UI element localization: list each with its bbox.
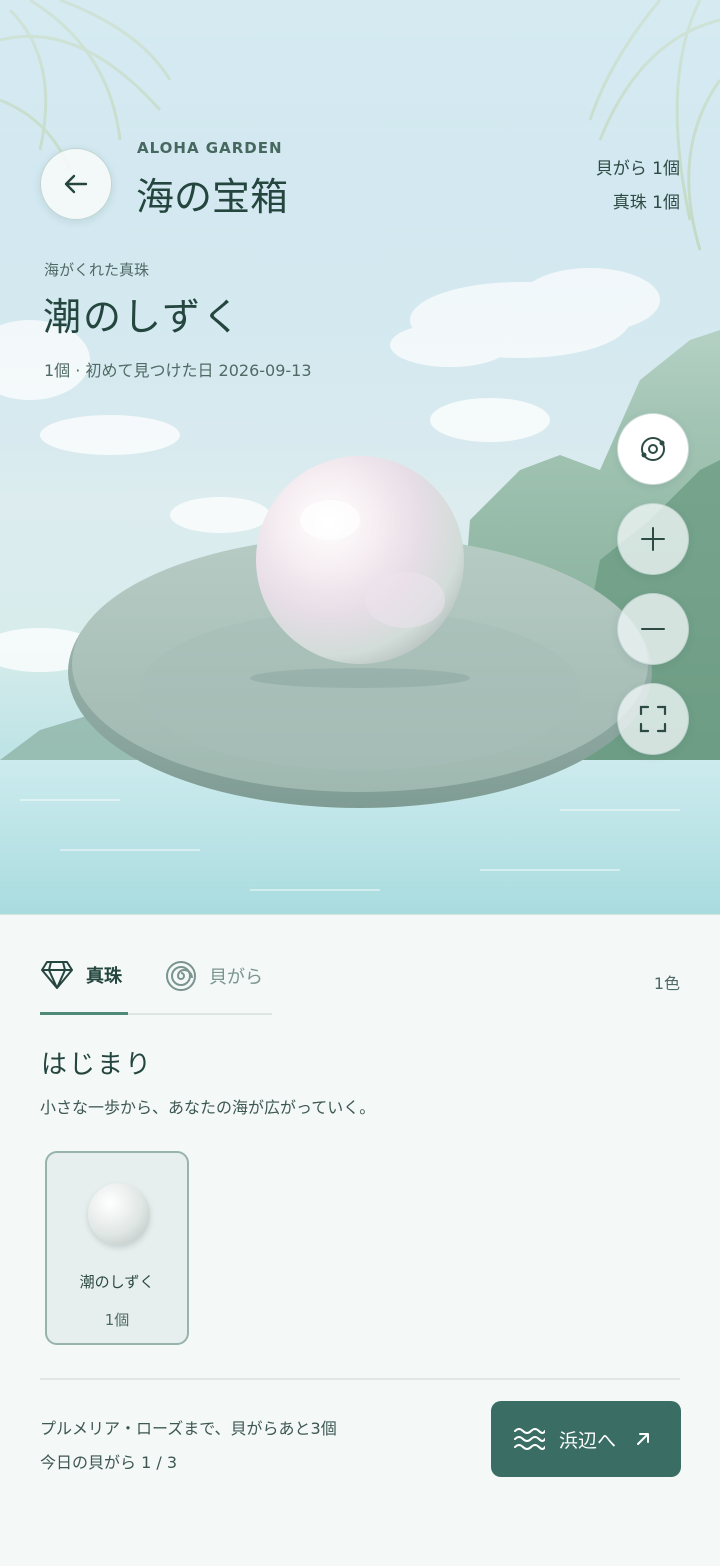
- collection-card[interactable]: 潮のしずく 1個: [45, 1151, 189, 1345]
- diamond-icon: [41, 961, 73, 989]
- arrow-up-right-icon: [637, 1433, 650, 1445]
- zoom-out-button[interactable]: [617, 593, 689, 665]
- page-title: 海の宝箱: [136, 175, 289, 219]
- rotate-button[interactable]: [617, 413, 689, 485]
- pearl-count: 真珠 1個: [612, 193, 680, 213]
- fullscreen-icon: [639, 705, 667, 733]
- daily-shell-progress: 今日の貝がら 1 / 3: [40, 1453, 178, 1472]
- brand-label: ALOHA GARDEN: [137, 139, 283, 157]
- zoom-in-button[interactable]: [617, 503, 689, 575]
- rotate-icon: [641, 437, 665, 461]
- card-count: 1個: [104, 1311, 130, 1329]
- pearl-thumbnail: [88, 1183, 150, 1245]
- go-to-beach-button[interactable]: 浜辺へ: [491, 1401, 681, 1477]
- color-count: 1色: [653, 974, 680, 993]
- beach-button-label: 浜辺へ: [559, 1429, 617, 1452]
- section-description: 小さな一歩から、あなたの海が広がっていく。: [40, 1098, 376, 1117]
- waves-icon: [514, 1428, 545, 1450]
- tab-shell-label: 貝がら: [209, 967, 263, 988]
- tab-pearl[interactable]: 真珠: [40, 960, 122, 990]
- goal-text: プルメリア・ローズまで、貝がらあと3個: [40, 1419, 337, 1438]
- item-meta: 1個 · 初めて見つけた日 2026-09-13: [44, 361, 312, 380]
- progress-info: プルメリア・ローズまで、貝がらあと3個 今日の貝がら 1 / 3: [40, 1412, 337, 1480]
- shell-count: 貝がら 1個: [595, 159, 680, 179]
- tab-shell[interactable]: 貝がら: [165, 960, 263, 992]
- tab-active-indicator: [40, 1012, 128, 1015]
- spiral-shell-icon: [166, 961, 196, 991]
- bottom-sheet: 真珠 貝がら 1色 はじまり 小さな一歩から、あなたの海が広がっていく。 潮のし…: [0, 914, 720, 1566]
- zoom-in-icon: [641, 527, 665, 551]
- item-name: 潮のしずく: [43, 295, 243, 339]
- item-subtitle: 海がくれた真珠: [44, 261, 150, 279]
- section-title: はじまり: [41, 1050, 154, 1080]
- tab-pearl-label: 真珠: [86, 966, 122, 987]
- back-button[interactable]: [40, 148, 112, 220]
- fullscreen-button[interactable]: [617, 683, 689, 755]
- arrow-left-icon: [64, 174, 88, 194]
- inventory-counts: 貝がら 1個 真珠 1個: [596, 152, 680, 220]
- card-name: 潮のしずく: [79, 1273, 155, 1291]
- hero-scene: [0, 0, 720, 914]
- zoom-out-icon: [641, 628, 665, 630]
- divider: [40, 1378, 680, 1380]
